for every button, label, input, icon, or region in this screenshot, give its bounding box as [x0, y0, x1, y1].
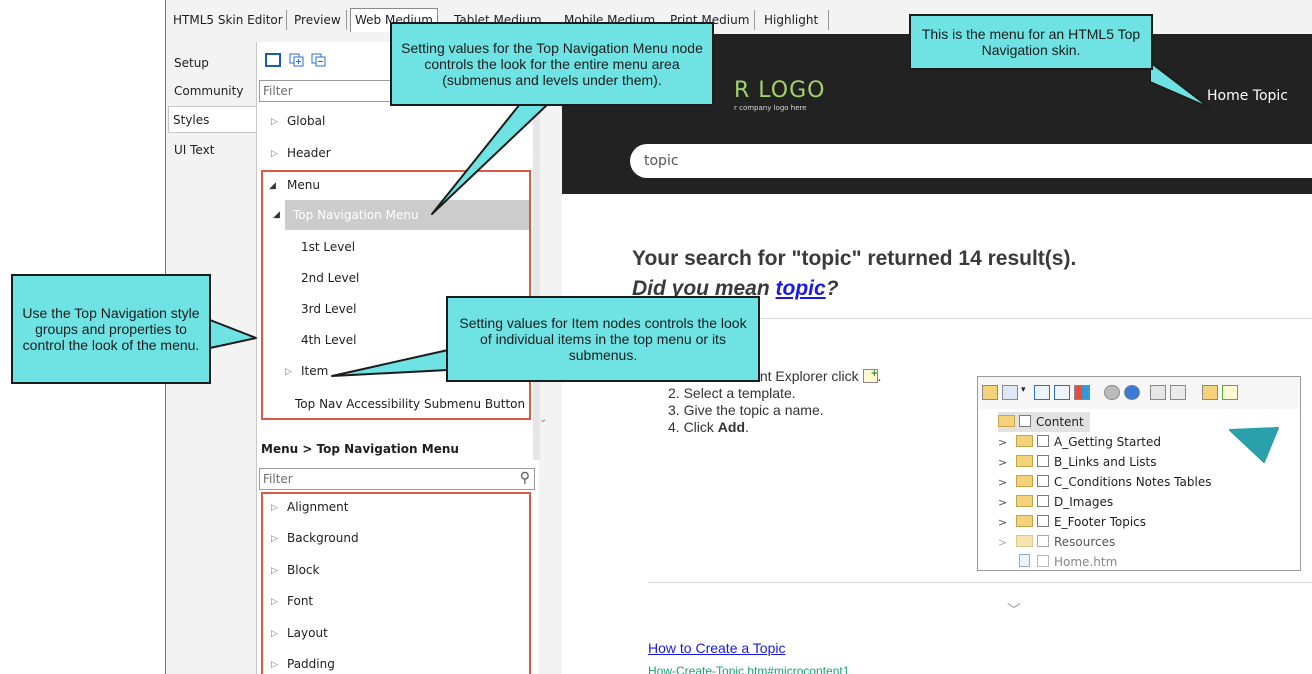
- callout-top-navigation-menu: Setting values for the Top Navigation Me…: [390, 22, 714, 106]
- callout-top-navigation-groups: Use the Top Navigation style groups and …: [11, 274, 211, 384]
- callout-html5-menu: This is the menu for an HTML5 Top Naviga…: [909, 14, 1153, 70]
- pointer-item-nodes: [331, 349, 449, 377]
- pointer-style-groups: [209, 319, 257, 349]
- pointer-skin-menu: [1149, 61, 1211, 109]
- callout-item-nodes: Setting values for Item nodes controls t…: [446, 296, 760, 382]
- pointer-arrow-icon: [1229, 427, 1279, 463]
- pointer-top-nav: [431, 103, 549, 215]
